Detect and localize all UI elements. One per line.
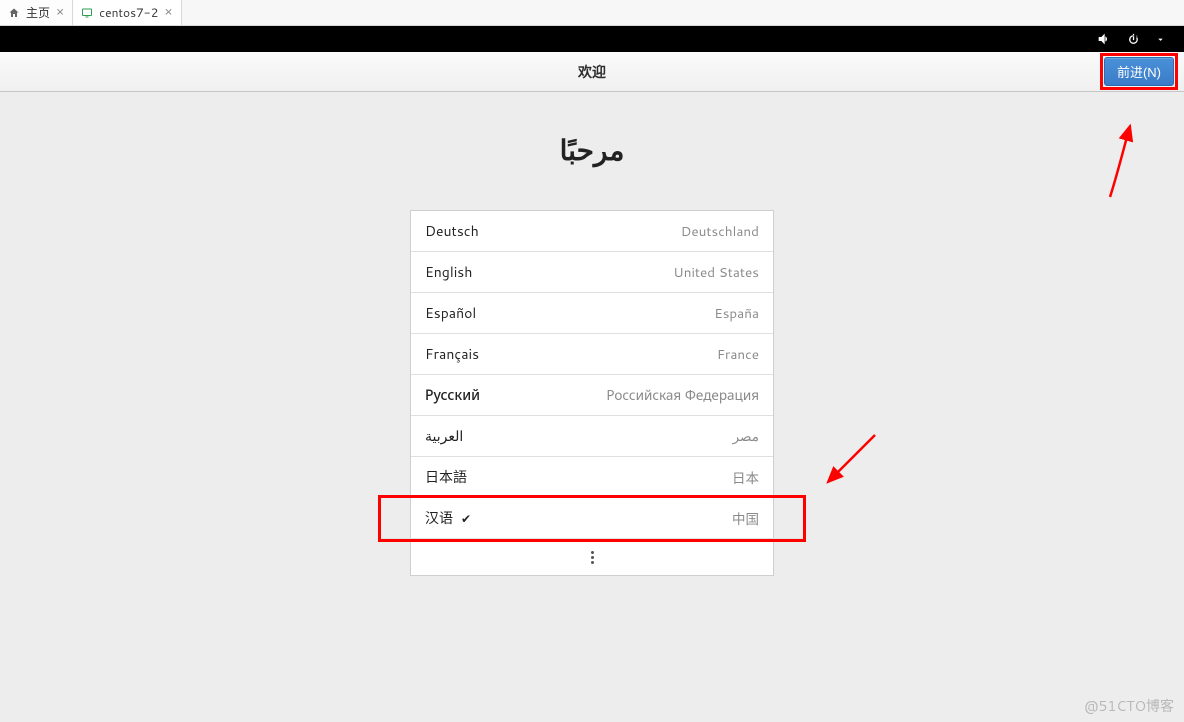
more-languages-button[interactable] <box>411 539 773 575</box>
tab-vm-label: centos7-2 <box>99 4 158 21</box>
language-name: 日本語 <box>425 467 467 487</box>
tab-home-label: 主页 <box>26 4 50 21</box>
language-name: Français <box>425 344 479 364</box>
language-name: Español <box>425 303 476 323</box>
language-row-deutsch[interactable]: Deutsch Deutschland <box>411 211 773 252</box>
welcome-heading: مرحبًا <box>0 92 1184 170</box>
check-icon: ✔ <box>461 510 471 527</box>
language-row-english[interactable]: English United States <box>411 252 773 293</box>
language-row-russian[interactable]: Русский Российская Федерация <box>411 375 773 416</box>
language-name: Deutsch <box>425 221 479 241</box>
close-icon[interactable]: × <box>56 6 64 19</box>
language-country: España <box>714 304 759 323</box>
language-country: 中国 <box>732 508 759 529</box>
language-name-text: 汉语 <box>425 508 453 528</box>
language-row-arabic[interactable]: العربية مصر <box>411 416 773 457</box>
next-button-highlight: 前进(N) <box>1102 55 1176 88</box>
chevron-down-icon[interactable] <box>1155 34 1166 45</box>
language-country: Российская Федерация <box>606 386 759 405</box>
volume-icon[interactable] <box>1096 31 1112 47</box>
vm-icon <box>81 7 93 19</box>
annotation-arrow <box>820 430 880 490</box>
tab-strip: 主页 × centos7-2 × <box>0 0 1184 26</box>
language-country: France <box>717 345 759 364</box>
more-icon <box>591 551 594 564</box>
home-icon <box>8 7 20 19</box>
language-row-chinese[interactable]: 汉语 ✔ 中国 <box>381 498 803 539</box>
tab-home[interactable]: 主页 × <box>0 0 73 25</box>
language-country: United States <box>673 263 759 282</box>
tab-vm[interactable]: centos7-2 × <box>73 0 181 25</box>
language-row-japanese[interactable]: 日本語 日本 <box>411 457 773 498</box>
annotation-arrow <box>1100 122 1140 202</box>
language-row-francais[interactable]: Français France <box>411 334 773 375</box>
power-icon[interactable] <box>1126 32 1141 47</box>
language-name: 汉语 ✔ <box>425 508 471 528</box>
watermark: @51CTO博客 <box>1084 696 1174 716</box>
language-row-espanol[interactable]: Español España <box>411 293 773 334</box>
language-name: English <box>425 262 472 282</box>
language-list: Deutsch Deutschland English United State… <box>410 210 774 576</box>
language-country: مصر <box>733 427 759 446</box>
close-icon[interactable]: × <box>164 6 172 19</box>
vm-topbar <box>0 26 1184 52</box>
content-area: مرحبًا Deutsch Deutschland English Unite… <box>0 92 1184 722</box>
language-country: 日本 <box>732 467 759 488</box>
language-name: Русский <box>425 385 480 405</box>
headerbar: 欢迎 前进(N) <box>0 52 1184 92</box>
language-country: Deutschland <box>681 222 759 241</box>
page-title: 欢迎 <box>578 62 606 82</box>
next-button[interactable]: 前进(N) <box>1104 57 1174 86</box>
language-name: العربية <box>425 426 463 446</box>
